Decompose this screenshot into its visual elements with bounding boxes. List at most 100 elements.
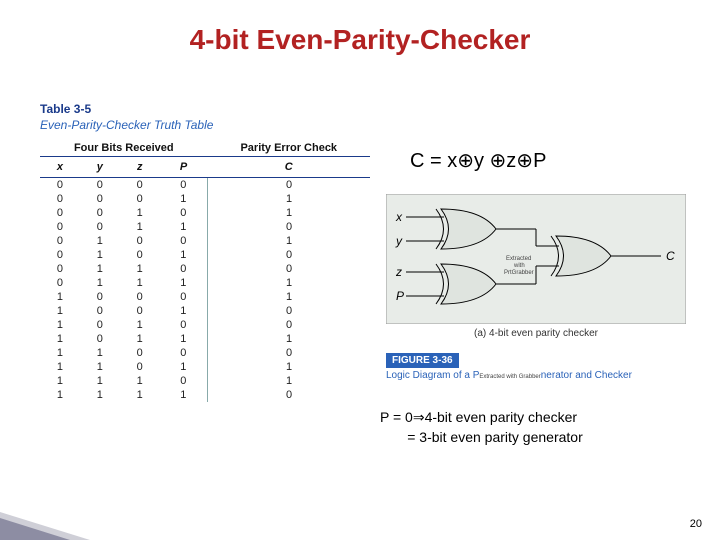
table-cell: 1 <box>40 374 80 388</box>
input-y-label: y <box>395 234 403 248</box>
table-cell: 0 <box>208 388 370 402</box>
group-head-inputs: Four Bits Received <box>40 140 208 157</box>
table-row: 11000 <box>40 346 370 360</box>
col-y: y <box>80 157 120 178</box>
table-row: 00110 <box>40 220 370 234</box>
table-cell: 1 <box>80 374 120 388</box>
table-cell: 0 <box>160 262 208 276</box>
table-cell: 1 <box>120 318 160 332</box>
input-p-label: P <box>396 289 404 303</box>
table-row: 10001 <box>40 290 370 304</box>
table-cell: 1 <box>160 332 208 346</box>
table-cell: 1 <box>40 304 80 318</box>
input-x-label: x <box>395 210 403 224</box>
xor-circuit-svg: x y z P C Extracted with PrtGrabber <box>386 194 686 324</box>
col-p: P <box>160 157 208 178</box>
table-cell: 1 <box>208 276 370 290</box>
table-cell: 0 <box>208 248 370 262</box>
figure-caption-post: nerator and Checker <box>541 370 632 381</box>
table-cell: 0 <box>80 304 120 318</box>
table-cell: 0 <box>120 360 160 374</box>
table-cell: 0 <box>80 290 120 304</box>
table-cell: 0 <box>208 346 370 360</box>
table-cell: 1 <box>40 290 80 304</box>
table-cell: 0 <box>40 248 80 262</box>
table-cell: 1 <box>80 360 120 374</box>
table-cell: 0 <box>80 206 120 220</box>
page-number: 20 <box>690 518 702 530</box>
table-row: 10100 <box>40 318 370 332</box>
table-cell: 1 <box>160 192 208 206</box>
table-cell: 0 <box>160 346 208 360</box>
table-cell: 1 <box>40 388 80 402</box>
truth-table: Four Bits Received Parity Error Check x … <box>40 140 370 402</box>
input-z-label: z <box>395 265 402 279</box>
figure-number: FIGURE 3-36 <box>386 353 459 368</box>
table-cell: 0 <box>80 192 120 206</box>
table-row: 01111 <box>40 276 370 290</box>
truth-table-block: Table 3-5 Even-Parity-Checker Truth Tabl… <box>40 102 370 402</box>
table-row: 01100 <box>40 262 370 276</box>
table-cell: 0 <box>208 318 370 332</box>
table-cell: 0 <box>160 206 208 220</box>
figure-watermark: Extracted with Grabber <box>479 374 540 380</box>
table-cell: 0 <box>120 192 160 206</box>
table-cell: 0 <box>40 262 80 276</box>
table-cell: 0 <box>120 304 160 318</box>
table-cell: 0 <box>208 220 370 234</box>
equation: C = x⊕y ⊕z⊕P <box>410 148 546 173</box>
table-cell: 0 <box>120 290 160 304</box>
figure-caption-pre: Logic Diagram of a P <box>386 370 479 381</box>
table-cell: 0 <box>208 178 370 193</box>
table-cell: 0 <box>160 290 208 304</box>
table-cell: 1 <box>40 360 80 374</box>
col-z: z <box>120 157 160 178</box>
table-cell: 0 <box>40 234 80 248</box>
table-cell: 1 <box>208 374 370 388</box>
circuit-diagram: x y z P C Extracted with PrtGrabber (a) … <box>386 194 686 339</box>
table-caption: Even-Parity-Checker Truth Table <box>40 118 370 132</box>
table-cell: 1 <box>208 332 370 346</box>
table-cell: 1 <box>120 206 160 220</box>
table-cell: 0 <box>80 318 120 332</box>
table-cell: 0 <box>160 374 208 388</box>
table-cell: 1 <box>120 276 160 290</box>
table-cell: 1 <box>120 374 160 388</box>
table-cell: 0 <box>120 346 160 360</box>
table-row: 01001 <box>40 234 370 248</box>
table-cell: 1 <box>160 360 208 374</box>
table-cell: 1 <box>80 276 120 290</box>
table-cell: 0 <box>120 178 160 193</box>
table-cell: 1 <box>120 262 160 276</box>
table-row: 10111 <box>40 332 370 346</box>
table-cell: 0 <box>160 178 208 193</box>
table-cell: 1 <box>120 220 160 234</box>
col-c: C <box>208 157 370 178</box>
circuit-caption: (a) 4-bit even parity checker <box>386 328 686 339</box>
table-row: 01010 <box>40 248 370 262</box>
table-row: 00000 <box>40 178 370 193</box>
figure-block: FIGURE 3-36 Logic Diagram of a PExtracte… <box>386 350 686 381</box>
table-cell: 0 <box>208 262 370 276</box>
table-row: 00101 <box>40 206 370 220</box>
table-row: 11101 <box>40 374 370 388</box>
table-cell: 0 <box>40 206 80 220</box>
group-head-output: Parity Error Check <box>208 140 370 157</box>
table-cell: 1 <box>160 388 208 402</box>
table-cell: 1 <box>80 388 120 402</box>
table-cell: 1 <box>208 206 370 220</box>
col-x: x <box>40 157 80 178</box>
table-cell: 0 <box>80 220 120 234</box>
bottom-line1-pre: P = 0 <box>380 409 413 425</box>
table-cell: 0 <box>160 318 208 332</box>
slide: 4-bit Even-Parity-Checker Table 3-5 Even… <box>0 0 720 540</box>
table-cell: 1 <box>40 346 80 360</box>
table-cell: 0 <box>120 234 160 248</box>
table-cell: 0 <box>80 332 120 346</box>
table-cell: 1 <box>160 304 208 318</box>
bottom-line1-post: 4-bit even parity checker <box>425 409 578 425</box>
table-cell: 1 <box>40 318 80 332</box>
table-row: 11110 <box>40 388 370 402</box>
corner-decoration-dark <box>0 518 70 540</box>
table-cell: 1 <box>208 192 370 206</box>
